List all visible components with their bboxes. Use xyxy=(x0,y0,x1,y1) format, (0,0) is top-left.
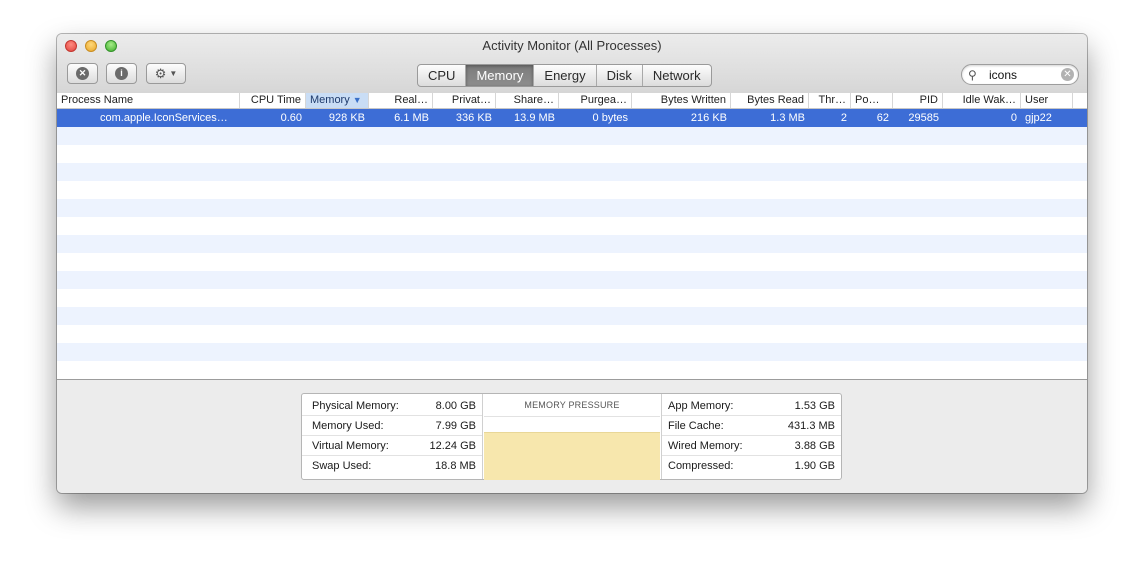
column-header-process-name[interactable]: Process Name xyxy=(57,93,240,108)
cell-purgeable-memory: 0 bytes xyxy=(592,112,628,124)
empty-row xyxy=(57,145,1087,163)
clear-search-icon[interactable]: ✕ xyxy=(1061,68,1074,81)
empty-row xyxy=(57,199,1087,217)
stat-wired-memory: Wired Memory: 3.88 GB xyxy=(658,436,841,456)
stat-swap-used: Swap Used: 18.8 MB xyxy=(302,456,482,476)
table-rows: com.apple.IconServices… 0.60 928 KB 6.1 … xyxy=(57,109,1087,379)
search-field[interactable]: ⚲ icons ✕ xyxy=(961,64,1079,85)
stat-memory-used: Memory Used: 7.99 GB xyxy=(302,416,482,436)
cell-shared-memory: 13.9 MB xyxy=(514,112,555,124)
tab-memory[interactable]: Memory xyxy=(465,65,534,86)
tab-cpu[interactable]: CPU xyxy=(418,65,465,86)
empty-row xyxy=(57,361,1087,379)
memory-pressure-title: MEMORY PRESSURE xyxy=(524,400,620,410)
empty-row xyxy=(57,343,1087,361)
stat-label: Compressed: xyxy=(668,460,734,472)
column-header-bytes-read[interactable]: Bytes Read xyxy=(731,93,809,108)
stat-label: Swap Used: xyxy=(312,460,372,472)
empty-row xyxy=(57,127,1087,145)
tab-energy[interactable]: Energy xyxy=(533,65,595,86)
search-icon: ⚲ xyxy=(968,68,977,82)
tab-disk[interactable]: Disk xyxy=(595,65,642,86)
stat-label: Virtual Memory: xyxy=(312,440,389,452)
process-table: Process Name CPU Time Memory ▼ Real… Pri… xyxy=(57,93,1087,380)
stat-virtual-memory: Virtual Memory: 12.24 GB xyxy=(302,436,482,456)
column-header-pid[interactable]: PID xyxy=(893,93,943,108)
stat-value: 8.00 GB xyxy=(435,400,476,412)
stat-label: Memory Used: xyxy=(312,420,384,432)
column-header-threads[interactable]: Thr… xyxy=(809,93,851,108)
stat-value: 12.24 GB xyxy=(429,440,476,452)
stat-value: 7.99 GB xyxy=(435,420,476,432)
memory-pressure-graph xyxy=(484,432,660,480)
column-header-memory[interactable]: Memory ▼ xyxy=(306,93,369,108)
column-header-real-memory[interactable]: Real… xyxy=(369,93,433,108)
stat-file-cache: File Cache: 431.3 MB xyxy=(658,416,841,436)
empty-row xyxy=(57,217,1087,235)
column-header-private-memory[interactable]: Privat… xyxy=(433,93,496,108)
cell-private-memory: 336 KB xyxy=(455,112,492,124)
info-icon: i xyxy=(115,67,128,80)
cell-idle-wakeups: 0 xyxy=(1010,112,1017,124)
stop-process-icon: ✕ xyxy=(76,67,89,80)
stat-app-memory: App Memory: 1.53 GB xyxy=(658,396,841,416)
column-header-bytes-written[interactable]: Bytes Written xyxy=(632,93,731,108)
column-header-idle-wakeups[interactable]: Idle Wak… xyxy=(943,93,1021,108)
empty-row xyxy=(57,253,1087,271)
stat-physical-memory: Physical Memory: 8.00 GB xyxy=(302,396,482,416)
cell-ports: 62 xyxy=(876,112,889,124)
empty-row xyxy=(57,271,1087,289)
chevron-down-icon: ▼ xyxy=(169,69,178,78)
stat-value: 1.53 GB xyxy=(794,400,835,412)
stat-label: File Cache: xyxy=(668,420,724,432)
column-header-memory-label: Memory xyxy=(310,94,350,106)
cell-user: gjp22 xyxy=(1025,112,1052,124)
memory-summary-area: Physical Memory: 8.00 GB Memory Used: 7.… xyxy=(57,380,1087,493)
empty-row xyxy=(57,325,1087,343)
empty-row xyxy=(57,235,1087,253)
sort-descending-icon: ▼ xyxy=(352,95,362,105)
tab-network[interactable]: Network xyxy=(641,65,711,86)
column-header-purgeable-memory[interactable]: Purgea… xyxy=(559,93,632,108)
activity-monitor-window: Activity Monitor (All Processes) ✕ i ⚙ ▼… xyxy=(57,34,1087,493)
window-title: Activity Monitor (All Processes) xyxy=(482,38,662,53)
memory-stats-panel: Physical Memory: 8.00 GB Memory Used: 7.… xyxy=(301,393,842,480)
stat-label: Physical Memory: xyxy=(312,400,399,412)
cell-cpu-time: 0.60 xyxy=(280,112,302,124)
empty-row xyxy=(57,163,1087,181)
cell-real-memory: 6.1 MB xyxy=(394,112,429,124)
cell-bytes-read: 1.3 MB xyxy=(770,112,805,124)
column-header-cpu-time[interactable]: CPU Time xyxy=(240,93,306,108)
titlebar: Activity Monitor (All Processes) ✕ i ⚙ ▼… xyxy=(57,34,1087,94)
stat-label: Wired Memory: xyxy=(668,440,743,452)
cell-pid: 29585 xyxy=(908,112,939,124)
empty-row xyxy=(57,181,1087,199)
empty-row xyxy=(57,307,1087,325)
view-tabs: CPU Memory Energy Disk Network xyxy=(417,64,712,87)
stop-process-button[interactable]: ✕ xyxy=(67,63,98,84)
column-header-shared-memory[interactable]: Share… xyxy=(496,93,559,108)
table-header: Process Name CPU Time Memory ▼ Real… Pri… xyxy=(57,93,1087,109)
search-input[interactable]: icons xyxy=(989,68,1017,82)
cell-threads: 2 xyxy=(840,112,847,124)
cell-memory: 928 KB xyxy=(328,112,365,124)
cell-bytes-written: 216 KB xyxy=(690,112,727,124)
column-header-user[interactable]: User xyxy=(1021,93,1073,108)
stat-label: App Memory: xyxy=(668,400,734,412)
stat-value: 3.88 GB xyxy=(794,440,835,452)
action-menu-button[interactable]: ⚙ ▼ xyxy=(146,63,186,84)
stat-compressed: Compressed: 1.90 GB xyxy=(658,456,841,476)
table-row[interactable]: com.apple.IconServices… 0.60 928 KB 6.1 … xyxy=(57,109,1087,127)
gear-icon: ⚙ xyxy=(154,66,167,81)
stat-value: 1.90 GB xyxy=(794,460,835,472)
divider xyxy=(484,416,660,417)
stat-value: 431.3 MB xyxy=(787,420,835,432)
inspect-process-button[interactable]: i xyxy=(106,63,137,84)
stat-value: 18.8 MB xyxy=(435,460,476,472)
cell-process-name: com.apple.IconServices… xyxy=(100,112,228,124)
empty-row xyxy=(57,289,1087,307)
column-header-ports[interactable]: Po… xyxy=(851,93,893,108)
